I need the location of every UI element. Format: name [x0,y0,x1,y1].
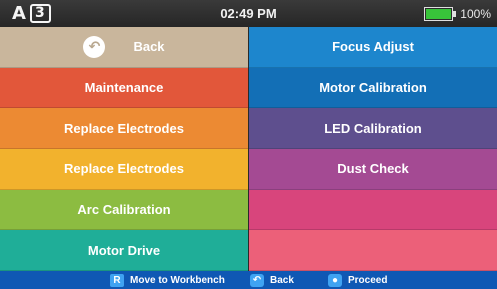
menu-item-label: Arc Calibration [77,201,171,217]
menu-item-maintenance[interactable]: Maintenance [0,67,248,109]
menu-column-right: Focus Adjust Motor Calibration LED Calibra… [249,27,497,271]
menu-item-arc-calibration[interactable]: Arc Calibration [0,189,248,231]
clock: 02:49 PM [220,6,277,21]
battery-icon [424,7,454,21]
menu-item-back[interactable]: ↶ Back [0,27,248,68]
menu-item-motor-drive[interactable]: Motor Drive [0,230,248,271]
menu-item-label: Motor Calibration [319,79,427,95]
back-arrow-icon: ↶ [83,35,106,58]
back-arrow-icon: ↶ [250,273,264,287]
menu-item-label: Dust Check [337,161,409,177]
hint-back[interactable]: ↶ Back [250,273,294,287]
menu-item-replace-electrodes[interactable]: Replace Electrodes [0,149,248,190]
battery-indicator: 100% [424,6,491,22]
hint-label: Proceed [348,274,388,286]
r-key-icon: R [110,273,124,287]
menu-item-label: LED Calibration [324,120,422,136]
menu-item-blank-right-4[interactable] [249,189,497,231]
menu-item-label: Replace Electrodes [64,120,184,136]
menu-item-label: Back [133,39,165,55]
menu-item-label: Replace Electrodes [64,161,184,177]
hint-label: Move to Workbench [130,274,225,286]
hint-proceed[interactable]: ● Proceed [328,273,387,287]
status-bar: A3 02:49 PM 100% [0,0,497,27]
hint-move-to-workbench[interactable]: R Move to Workbench [110,273,225,287]
battery-percent: 100% [460,7,491,21]
menu-item-label: Motor Drive [87,242,161,258]
key-hint-bar: R Move to Workbench ↶ Back ● Proceed [0,271,497,289]
device-screen: A3 02:49 PM 100% ↶ Back Maintenance Replace… [0,0,497,289]
battery-terminal [453,11,457,17]
menu-column-left: ↶ Back Maintenance Replace Electrodes Replac… [0,27,248,271]
ok-circle-icon: ● [328,273,342,287]
hint-label: Back [270,274,294,286]
menu-item-focus-adjust[interactable]: Focus Adjust [249,27,497,68]
menu-item-label: Focus Adjust [332,39,414,55]
menu-item-dust-check[interactable]: Dust Check [249,149,497,190]
maintenance-menu: ↶ Back Maintenance Replace Electrodes Replac… [0,27,497,271]
menu-item-led-calibration[interactable]: LED Calibration [249,108,497,149]
menu-item-motor-calibration[interactable]: Motor Calibration [249,67,497,109]
menu-item-blank-right-5[interactable] [249,230,497,271]
menu-item-label: Maintenance [84,79,164,95]
menu-item-replace-electrodes[interactable]: Replace Electrodes [0,108,248,149]
